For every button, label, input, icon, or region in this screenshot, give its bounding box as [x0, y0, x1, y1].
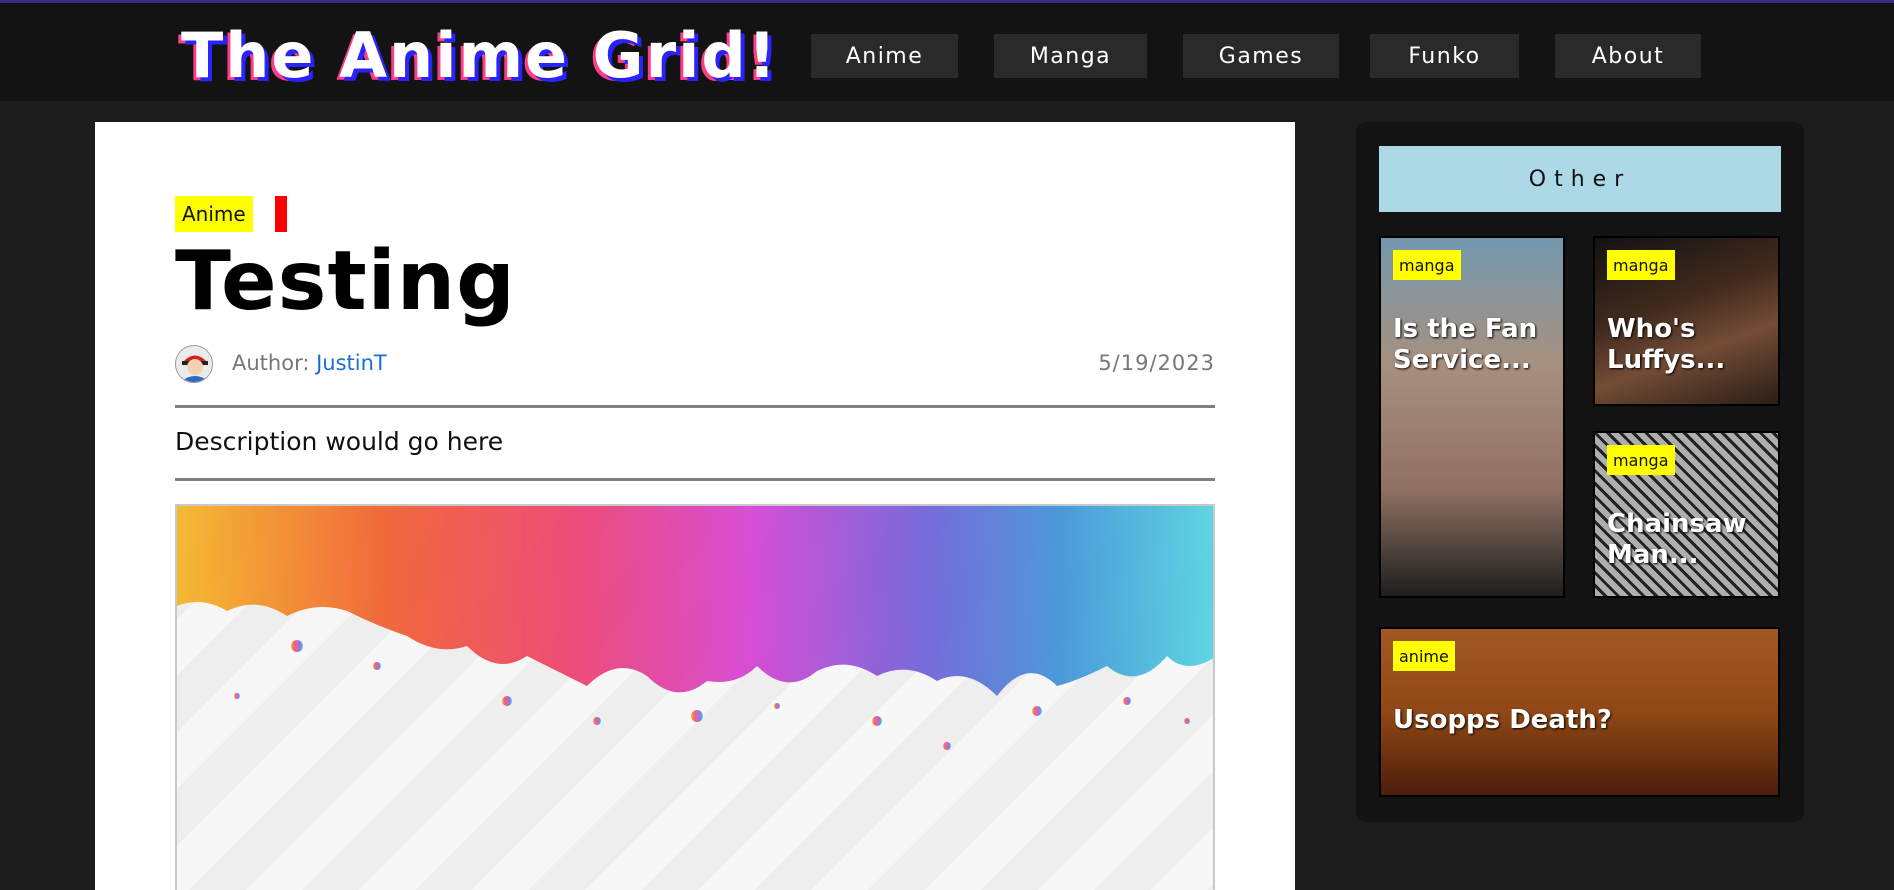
site-logo-title[interactable]: The Anime Grid!: [181, 19, 778, 92]
nav-item-funko[interactable]: Funko: [1370, 34, 1519, 78]
card-badge: manga: [1607, 445, 1675, 475]
hero-image: [175, 504, 1215, 890]
category-accent-bar: [275, 196, 287, 232]
card-title: Usopps Death?: [1393, 705, 1612, 735]
card-title: Is the Fan Service...: [1393, 314, 1538, 375]
card-badge: anime: [1393, 641, 1455, 671]
user-avatar-icon: [175, 345, 213, 383]
card-badge: manga: [1607, 250, 1675, 280]
divider: [175, 478, 1215, 481]
author-label: Author:: [232, 351, 310, 375]
sidebar-heading: Other: [1379, 146, 1781, 212]
author-line: Author: JustinT: [232, 351, 387, 375]
nav-item-anime[interactable]: Anime: [811, 34, 958, 78]
top-navigation-bar: The Anime Grid! Anime Manga Games Funko …: [0, 0, 1894, 101]
card-badge: manga: [1393, 250, 1461, 280]
author-link[interactable]: JustinT: [316, 351, 387, 375]
publish-date: 5/19/2023: [1098, 351, 1215, 375]
nav-item-games[interactable]: Games: [1183, 34, 1339, 78]
sidebar-card[interactable]: manga Chainsaw Man...: [1593, 431, 1780, 598]
sidebar-other: Other manga Is the Fan Service... manga …: [1356, 122, 1804, 822]
sidebar-card[interactable]: anime Usopps Death?: [1379, 627, 1780, 797]
sidebar-card[interactable]: manga Is the Fan Service...: [1379, 236, 1565, 598]
sidebar-card[interactable]: manga Who's Luffys...: [1593, 236, 1780, 406]
card-title: Who's Luffys...: [1607, 314, 1726, 375]
card-title: Chainsaw Man...: [1607, 509, 1747, 570]
divider: [175, 405, 1215, 408]
article-card: Anime Testing Author: JustinT 5/19/2023 …: [95, 122, 1295, 890]
nav-item-about[interactable]: About: [1555, 34, 1701, 78]
nav-item-manga[interactable]: Manga: [994, 34, 1147, 78]
category-badge[interactable]: Anime: [175, 196, 253, 232]
article-title: Testing: [175, 234, 516, 329]
article-description: Description would go here: [175, 427, 504, 456]
